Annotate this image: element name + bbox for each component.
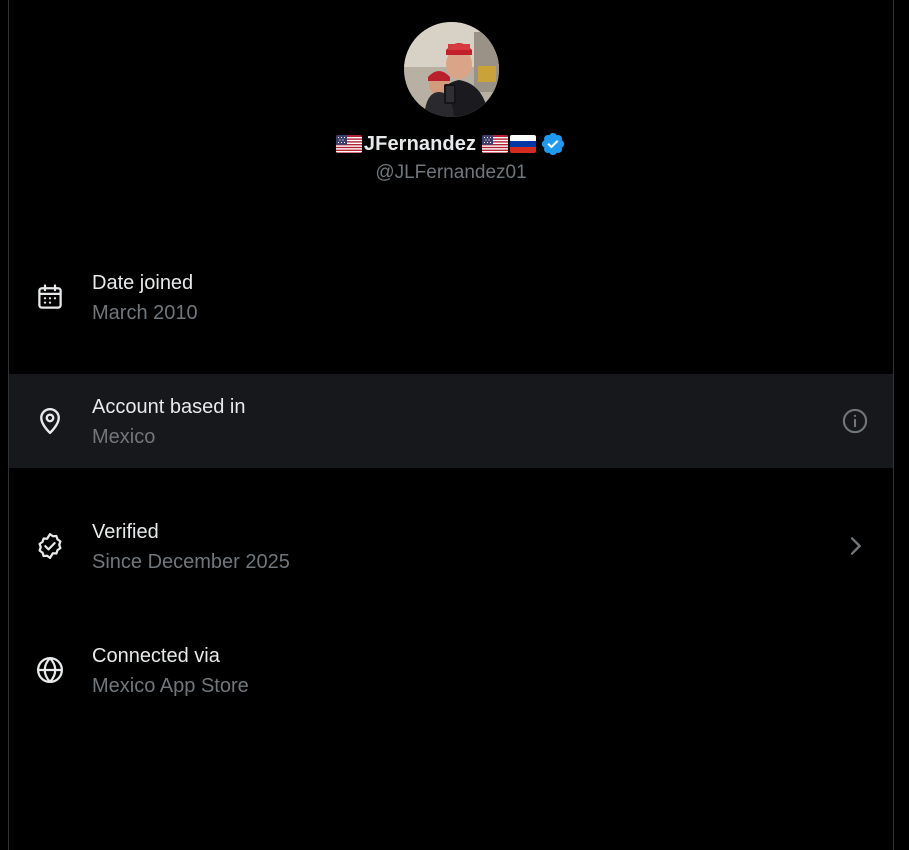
russia-flag-icon [510,135,537,153]
verified-label: Verified [92,521,159,543]
profile-header: JFernandez @JLFernandez01 [9,0,893,200]
avatar[interactable] [404,22,499,117]
date-joined-label: Date joined [92,272,194,294]
date-joined-row: Date joined March 2010 [9,250,893,344]
calendar-icon [35,282,65,312]
verified-value: Since December 2025 [92,551,290,573]
us-flag-icon [482,135,509,153]
info-icon[interactable] [841,407,869,435]
display-name: JFernandez [363,132,477,155]
account-based-in-row[interactable]: Account based in Mexico [9,374,893,468]
connected-via-row: Connected via Mexico App Store [9,623,893,717]
display-name-row: JFernandez [9,129,893,159]
verified-badge-outline-icon [35,531,65,561]
username-handle: @JLFernandez01 [375,162,527,183]
connected-via-value: Mexico App Store [92,675,249,697]
chevron-right-icon[interactable] [841,532,869,560]
verified-row[interactable]: Verified Since December 2025 [9,499,893,593]
account-based-in-label: Account based in [92,396,246,418]
date-joined-value: March 2010 [92,302,198,324]
about-account-panel: JFernandez @JLFernandez01 Date joined Ma… [8,0,894,850]
globe-icon [35,655,65,685]
location-pin-icon [35,406,65,436]
us-flag-icon [335,135,362,153]
connected-via-label: Connected via [92,645,220,667]
verified-badge-icon[interactable] [540,131,566,157]
account-based-in-value: Mexico [92,426,156,448]
